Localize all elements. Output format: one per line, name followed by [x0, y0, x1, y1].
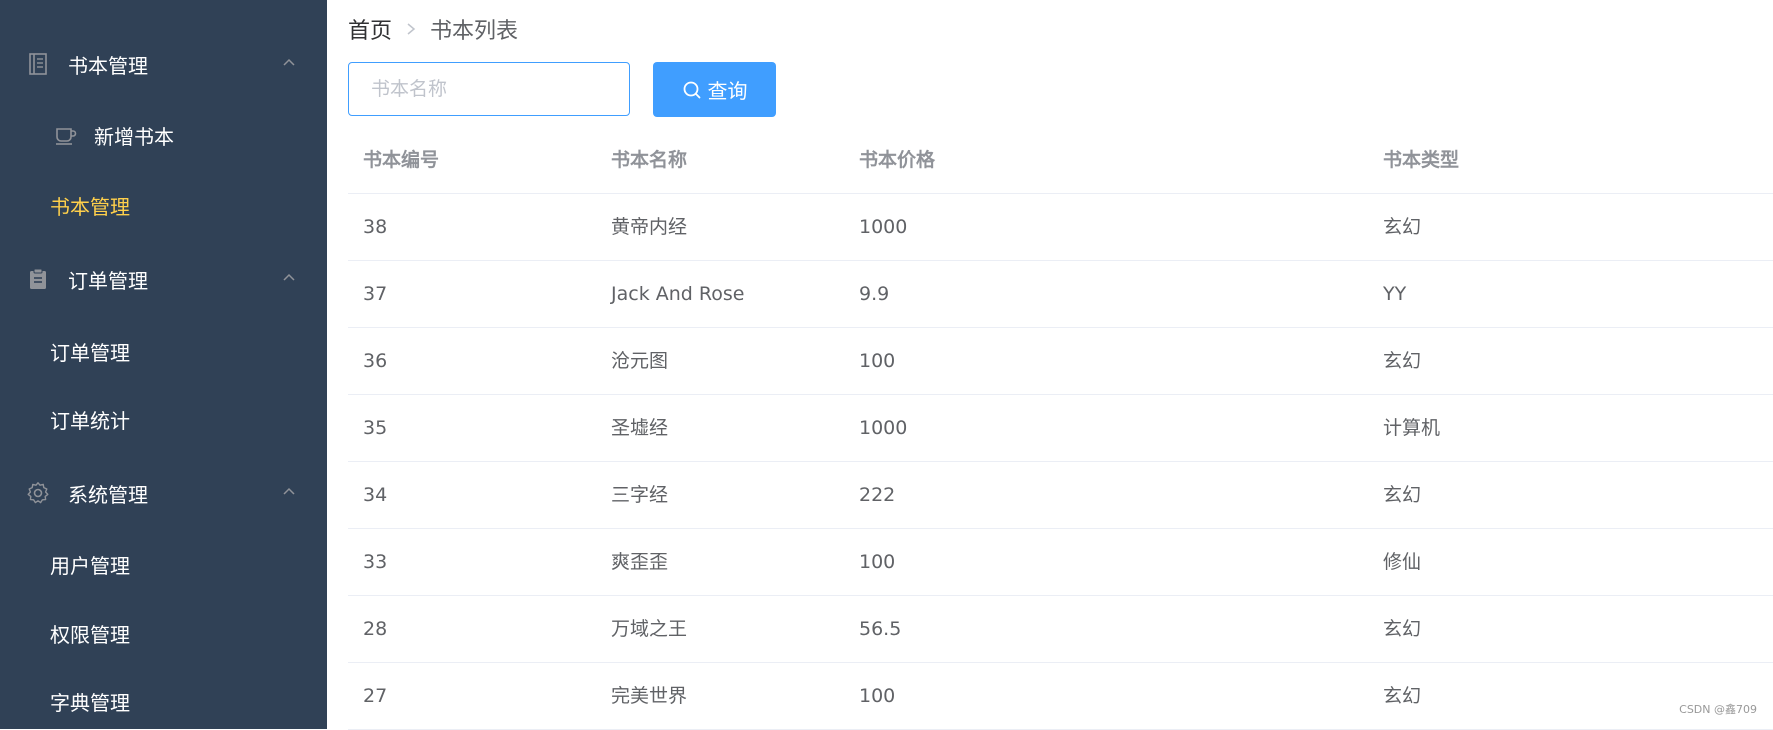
cell-type: 计算机	[1383, 417, 1441, 439]
menu-group-label: 书本管理	[68, 53, 148, 78]
chevron-up-icon	[283, 273, 295, 281]
column-header-price[interactable]: 书本价格	[859, 127, 935, 193]
cell-name: 三字经	[611, 484, 669, 506]
menu-group-label: 系统管理	[68, 482, 148, 507]
cell-name: 爽歪歪	[611, 551, 669, 573]
cell-name: Jack And Rose	[611, 283, 745, 305]
cell-price: 222	[859, 484, 896, 506]
sidebar-item-label: 用户管理	[50, 553, 130, 578]
sidebar: 书本管理 新增书本 书本管理 订单管理 订单管理 订单统计 系统管理 用户管理 …	[0, 0, 327, 729]
document-icon	[29, 53, 47, 75]
menu-group-system-management[interactable]: 系统管理	[0, 465, 327, 521]
chevron-up-icon	[283, 487, 295, 495]
table-row[interactable]: 38 黄帝内经 1000 玄幻	[348, 194, 1773, 261]
cell-price: 100	[859, 551, 896, 573]
cell-name: 万域之王	[611, 618, 688, 640]
table-row[interactable]: 37 Jack And Rose 9.9 YY	[348, 261, 1773, 328]
book-table: 书本编号 书本名称 书本价格 书本类型 38 黄帝内经 1000 玄幻 37 Jack A…	[348, 127, 1773, 730]
sidebar-item-label: 订单管理	[50, 340, 130, 365]
cell-id: 33	[363, 551, 388, 573]
menu-group-label: 订单管理	[68, 268, 148, 293]
table-row[interactable]: 33 爽歪歪 100 修仙	[348, 529, 1773, 596]
cell-id: 37	[363, 283, 388, 305]
sidebar-item-orders[interactable]: 订单管理	[0, 323, 327, 379]
menu-group-order-management[interactable]: 订单管理	[0, 251, 327, 307]
table-row[interactable]: 35 圣墟经 1000 计算机	[348, 395, 1773, 462]
sidebar-item-label: 权限管理	[50, 622, 130, 647]
sidebar-item-permissions[interactable]: 权限管理	[0, 605, 327, 661]
table-header-row: 书本编号 书本名称 书本价格 书本类型	[348, 127, 1773, 194]
menu-group-book-management[interactable]: 书本管理	[0, 36, 327, 92]
cell-price: 100	[859, 350, 896, 372]
table-row[interactable]: 28 万域之王 56.5 玄幻	[348, 596, 1773, 663]
cell-price: 1000	[859, 417, 908, 439]
cell-id: 35	[363, 417, 388, 439]
cell-price: 100	[859, 685, 896, 707]
cell-type: 玄幻	[1383, 618, 1422, 640]
cell-id: 27	[363, 685, 388, 707]
cell-type: YY	[1383, 283, 1407, 305]
sidebar-item-label: 订单统计	[50, 408, 130, 433]
cell-price: 9.9	[859, 283, 890, 305]
cell-type: 玄幻	[1383, 484, 1422, 506]
breadcrumb-home[interactable]: 首页	[348, 13, 392, 45]
cell-id: 36	[363, 350, 388, 372]
cup-icon	[56, 128, 77, 145]
table-body: 38 黄帝内经 1000 玄幻 37 Jack And Rose 9.9 YY 36 沧元图 100…	[348, 194, 1773, 730]
sidebar-item-order-statistics[interactable]: 订单统计	[0, 391, 327, 447]
cell-type: 修仙	[1383, 551, 1422, 573]
breadcrumb: 首页 书本列表	[348, 14, 518, 44]
cell-id: 28	[363, 618, 388, 640]
cell-name: 沧元图	[611, 350, 669, 372]
chevron-up-icon	[283, 58, 295, 66]
clipboard-icon	[30, 268, 46, 289]
sidebar-item-label: 书本管理	[50, 194, 130, 219]
column-header-id[interactable]: 书本编号	[363, 127, 439, 193]
search-input[interactable]	[348, 62, 630, 116]
main-content: 首页 书本列表 查询 书本编号 书本名称 书本价格 书本类型 38 黄帝内经 100…	[327, 0, 1773, 730]
column-header-type[interactable]: 书本类型	[1383, 127, 1459, 193]
chevron-right-icon	[407, 23, 416, 35]
search-button[interactable]: 查询	[653, 62, 776, 117]
sidebar-item-users[interactable]: 用户管理	[0, 536, 327, 592]
cell-name: 圣墟经	[611, 417, 669, 439]
column-header-name[interactable]: 书本名称	[611, 127, 687, 193]
table-row[interactable]: 36 沧元图 100 玄幻	[348, 328, 1773, 395]
search-icon	[683, 81, 700, 98]
gear-icon	[27, 482, 49, 504]
watermark: CSDN @鑫709	[1679, 703, 1757, 716]
sidebar-item-label: 新增书本	[94, 124, 174, 149]
cell-type: 玄幻	[1383, 216, 1422, 238]
cell-type: 玄幻	[1383, 350, 1422, 372]
sidebar-item-book-management[interactable]: 书本管理	[0, 177, 327, 233]
breadcrumb-current: 书本列表	[430, 19, 519, 44]
cell-price: 1000	[859, 216, 908, 238]
table-row[interactable]: 34 三字经 222 玄幻	[348, 462, 1773, 529]
search-button-label: 查询	[707, 79, 748, 103]
cell-name: 完美世界	[611, 685, 688, 707]
table-row[interactable]: 27 完美世界 100 玄幻	[348, 663, 1773, 730]
cell-name: 黄帝内经	[611, 216, 688, 238]
cell-id: 38	[363, 216, 388, 238]
sidebar-item-label: 字典管理	[50, 690, 130, 715]
sidebar-item-dictionary[interactable]: 字典管理	[0, 673, 327, 729]
sidebar-item-add-book[interactable]: 新增书本	[0, 107, 327, 163]
cell-id: 34	[363, 484, 388, 506]
cell-type: 玄幻	[1383, 685, 1422, 707]
cell-price: 56.5	[859, 618, 902, 640]
